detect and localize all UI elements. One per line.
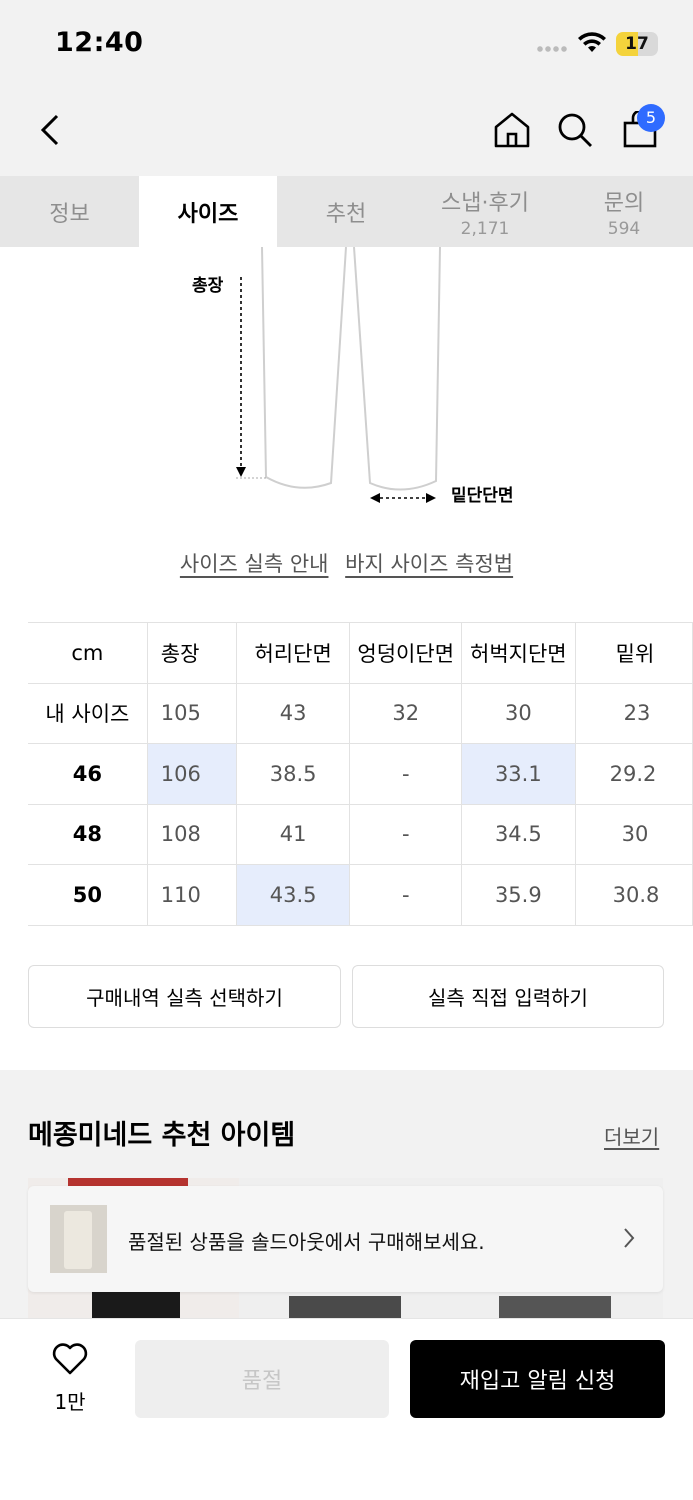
table-cell: 105 <box>146 682 237 744</box>
table-header-row: cm 총장 허리단면 엉덩이단면 허벅지단면 밑위 <box>28 622 693 684</box>
tab-label: 추천 <box>325 201 367 227</box>
table-cell: 30 <box>574 803 693 865</box>
status-bar: 12:40 17 <box>0 0 693 88</box>
length-label: 총장 <box>192 276 224 296</box>
back-button[interactable] <box>28 108 72 152</box>
hem-label: 밑단단면 <box>451 486 514 506</box>
table-header: cm <box>28 622 148 684</box>
measure-guide-link[interactable]: 바지 사이즈 측정법 <box>345 552 513 576</box>
product-image <box>92 1290 180 1318</box>
select-purchase-size-button[interactable]: 구매내역 실측 선택하기 <box>28 965 341 1028</box>
table-cell: 33.1 <box>461 743 576 805</box>
tab-label: 문의 <box>603 190 645 216</box>
table-cell: 30 <box>461 682 576 744</box>
banner-message: 품절된 상품을 솔드아웃에서 구매해보세요. <box>128 1230 485 1254</box>
tab-label: 정보 <box>49 201 90 227</box>
like-button[interactable]: 1만 <box>40 1342 100 1414</box>
tab-count: 2,171 <box>460 218 510 239</box>
like-count: 1만 <box>54 1390 86 1414</box>
product-image <box>68 1178 188 1186</box>
status-time: 12:40 <box>55 27 144 58</box>
table-header: 허리단면 <box>235 622 351 684</box>
product-image <box>289 1296 401 1318</box>
table-cell: 내 사이즈 <box>28 682 148 744</box>
table-cell: 50 <box>28 864 148 926</box>
top-nav <box>0 88 693 176</box>
table-row: 50 110 43.5 - 35.9 30.8 <box>28 864 693 926</box>
table-cell: 48 <box>28 803 148 865</box>
pants-illustration <box>236 246 441 503</box>
tab-label: 사이즈 <box>177 201 239 227</box>
table-row: 46 106 38.5 - 33.1 29.2 <box>28 743 693 805</box>
product-tabs: 정보 사이즈 추천 스냅·후기 2,171 문의 594 <box>0 176 693 247</box>
table-cell: 23 <box>574 682 693 744</box>
table-cell: 32 <box>349 682 463 744</box>
search-icon <box>558 113 592 147</box>
table-row: 내 사이즈 105 43 32 30 23 <box>28 682 693 744</box>
search-button[interactable] <box>553 108 597 152</box>
tab-label: 스냅·후기 <box>441 190 529 216</box>
table-cell: 30.8 <box>574 864 693 926</box>
table-cell: 41 <box>235 803 351 865</box>
button-label: 재입고 알림 신청 <box>459 1369 616 1394</box>
size-diagram: 총장 밑단단면 <box>0 246 693 527</box>
table-header: 총장 <box>146 622 237 684</box>
chevron-left-icon <box>40 114 59 146</box>
table-header: 엉덩이단면 <box>349 622 463 684</box>
tab-size[interactable]: 사이즈 <box>139 176 277 247</box>
table-cell: - <box>349 743 463 805</box>
button-label: 실측 직접 입력하기 <box>428 986 588 1010</box>
table-cell: - <box>349 803 463 865</box>
restock-alert-button[interactable]: 재입고 알림 신청 <box>410 1340 665 1418</box>
table-cell: 108 <box>146 803 237 865</box>
table-cell: 106 <box>146 743 237 805</box>
table-cell: 110 <box>146 864 237 926</box>
table-cell: 46 <box>28 743 148 805</box>
home-icon <box>494 112 530 148</box>
home-button[interactable] <box>490 108 534 152</box>
table-row: 48 108 41 - 34.5 30 <box>28 803 693 865</box>
guide-links: 사이즈 실측 안내 바지 사이즈 측정법 <box>0 548 693 578</box>
table-cell: 29.2 <box>574 743 693 805</box>
battery-indicator: 17 <box>616 32 658 56</box>
tab-count: 594 <box>607 218 641 239</box>
button-label: 구매내역 실측 선택하기 <box>86 986 283 1010</box>
table-cell: 35.9 <box>461 864 576 926</box>
button-label: 품절 <box>241 1369 283 1394</box>
cart-count-badge: 5 <box>637 104 665 132</box>
signal-icon <box>536 46 568 52</box>
product-image <box>499 1296 611 1318</box>
more-link[interactable]: 더보기 <box>604 1121 659 1150</box>
table-cell: 43 <box>235 682 351 744</box>
table-cell: - <box>349 864 463 926</box>
banner-product-image <box>50 1205 107 1273</box>
direct-input-size-button[interactable]: 실측 직접 입력하기 <box>352 965 664 1028</box>
tab-info[interactable]: 정보 <box>0 176 139 247</box>
chevron-right-icon <box>624 1228 635 1248</box>
table-cell: 43.5 <box>235 864 351 926</box>
tab-inquiry[interactable]: 문의 594 <box>555 176 693 247</box>
tab-recommend[interactable]: 추천 <box>277 176 415 247</box>
recommend-title: 메종미네드 추천 아이템 <box>28 1120 296 1151</box>
soldout-banner[interactable]: 품절된 상품을 솔드아웃에서 구매해보세요. <box>28 1186 663 1292</box>
table-header: 밑위 <box>574 622 693 684</box>
heart-icon <box>52 1343 88 1375</box>
table-cell: 34.5 <box>461 803 576 865</box>
table-cell: 38.5 <box>235 743 351 805</box>
size-table: cm 총장 허리단면 엉덩이단면 허벅지단면 밑위 내 사이즈 105 43 3… <box>28 622 693 926</box>
wifi-icon <box>578 32 606 52</box>
size-guide-link[interactable]: 사이즈 실측 안내 <box>180 552 329 576</box>
soldout-button: 품절 <box>135 1340 389 1418</box>
table-header: 허벅지단면 <box>461 622 576 684</box>
tab-snap-review[interactable]: 스냅·후기 2,171 <box>415 176 555 247</box>
